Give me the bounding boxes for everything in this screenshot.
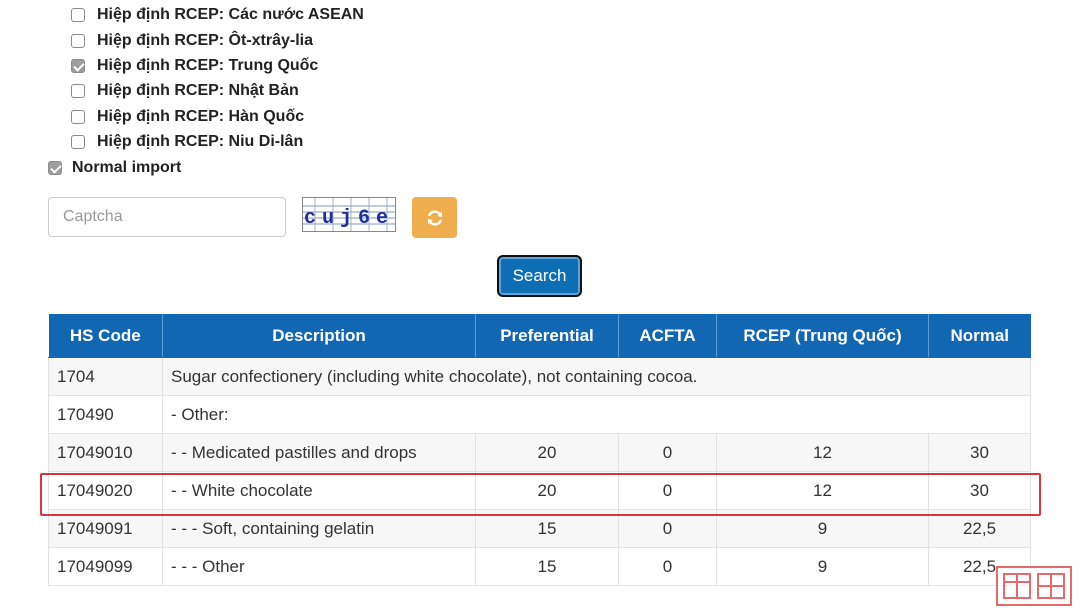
- filter-rcep-new-zealand[interactable]: Hiệp định RCEP: Niu Di-lân: [71, 131, 303, 153]
- header-normal: Normal: [928, 314, 1031, 358]
- header-rcep: RCEP (Trung Quốc): [716, 314, 929, 358]
- rcep-cell: 12: [716, 471, 929, 510]
- watermark-graphic: [1003, 573, 1065, 599]
- captcha-image: cuj6e: [302, 197, 396, 232]
- table-row: 17049091 - - - Soft, containing gelatin …: [48, 509, 1031, 548]
- preferential-cell: 15: [475, 547, 619, 586]
- table-row: 17049010 - - Medicated pastilles and dro…: [48, 433, 1031, 472]
- hs-code-link[interactable]: 17049010: [48, 433, 163, 472]
- filter-label: Hiệp định RCEP: Nhật Bản: [97, 82, 299, 99]
- hs-code-link[interactable]: 17049020: [48, 471, 163, 510]
- preferential-cell: 15: [475, 509, 619, 548]
- table-row: 17049099 - - - Other 15 0 9 22,5: [48, 547, 1031, 586]
- table-row-highlighted: 17049020 - - White chocolate 20 0 12 30: [48, 471, 1031, 510]
- normal-cell: 30: [928, 471, 1031, 510]
- acfta-cell: 0: [618, 433, 717, 472]
- checkbox-rcep-korea[interactable]: [71, 110, 85, 124]
- acfta-cell: 0: [618, 509, 717, 548]
- search-button[interactable]: Search: [497, 255, 582, 297]
- hs-code-link[interactable]: 17049099: [48, 547, 163, 586]
- table-header-row: HS Code Description Preferential ACFTA R…: [48, 314, 1031, 358]
- acfta-cell: 0: [618, 547, 717, 586]
- description-cell: - - White chocolate: [162, 471, 476, 510]
- acfta-cell: 0: [618, 471, 717, 510]
- table-row: 170490 - Other:: [48, 395, 1031, 434]
- header-acfta: ACFTA: [618, 314, 717, 358]
- preferential-cell: 20: [475, 471, 619, 510]
- description-cell: - - Medicated pastilles and drops: [162, 433, 476, 472]
- rcep-cell: 9: [716, 509, 929, 548]
- header-preferential: Preferential: [475, 314, 619, 358]
- description-cell: - - - Soft, containing gelatin: [162, 509, 476, 548]
- filter-label: Hiệp định RCEP: Trung Quốc: [97, 57, 319, 74]
- watermark-logo: [996, 566, 1072, 606]
- checkbox-rcep-china[interactable]: [71, 59, 85, 73]
- checkbox-normal-import[interactable]: [48, 161, 62, 175]
- checkbox-rcep-japan[interactable]: [71, 84, 85, 98]
- filter-rcep-korea[interactable]: Hiệp định RCEP: Hàn Quốc: [71, 106, 304, 128]
- filter-label: Hiệp định RCEP: Niu Di-lân: [97, 133, 304, 150]
- checkbox-rcep-new-zealand[interactable]: [71, 135, 85, 149]
- hs-code-link[interactable]: 17049091: [48, 509, 163, 548]
- header-description: Description: [162, 314, 476, 358]
- checkbox-rcep-asean[interactable]: [71, 8, 85, 22]
- captcha-refresh-button[interactable]: [412, 197, 457, 238]
- filter-rcep-asean[interactable]: Hiệp định RCEP: Các nước ASEAN: [71, 4, 364, 26]
- filter-normal-import[interactable]: Normal import: [48, 157, 181, 179]
- normal-cell: 30: [928, 433, 1031, 472]
- rcep-cell: 12: [716, 433, 929, 472]
- description-cell: - - - Other: [162, 547, 476, 586]
- filter-rcep-china[interactable]: Hiệp định RCEP: Trung Quốc: [71, 55, 318, 77]
- filter-label: Normal import: [72, 159, 182, 176]
- description-link[interactable]: Sugar confectionery (including white cho…: [162, 357, 1031, 396]
- header-hs-code: HS Code: [48, 314, 163, 358]
- filter-label: Hiệp định RCEP: Ôt-xtrây-lia: [97, 32, 314, 49]
- refresh-icon: [427, 209, 442, 226]
- hs-code-link[interactable]: 170490: [48, 395, 163, 434]
- normal-cell: 22,5: [928, 509, 1031, 548]
- description-cell: - Other:: [162, 395, 1031, 434]
- tariff-table: HS Code Description Preferential ACFTA R…: [48, 314, 1031, 586]
- rcep-cell: 9: [716, 547, 929, 586]
- filter-label: Hiệp định RCEP: Các nước ASEAN: [97, 6, 364, 23]
- preferential-cell: 20: [475, 433, 619, 472]
- captcha-text: cuj6e: [304, 207, 394, 230]
- filter-label: Hiệp định RCEP: Hàn Quốc: [97, 108, 305, 125]
- captcha-input[interactable]: [48, 197, 286, 237]
- captcha-graphic: cuj6e: [303, 198, 395, 231]
- hs-code-link[interactable]: 1704: [48, 357, 163, 396]
- checkbox-rcep-australia[interactable]: [71, 34, 85, 48]
- table-row: 1704 Sugar confectionery (including whit…: [48, 357, 1031, 396]
- filter-rcep-japan[interactable]: Hiệp định RCEP: Nhật Bản: [71, 80, 299, 102]
- filter-rcep-australia[interactable]: Hiệp định RCEP: Ôt-xtrây-lia: [71, 30, 313, 52]
